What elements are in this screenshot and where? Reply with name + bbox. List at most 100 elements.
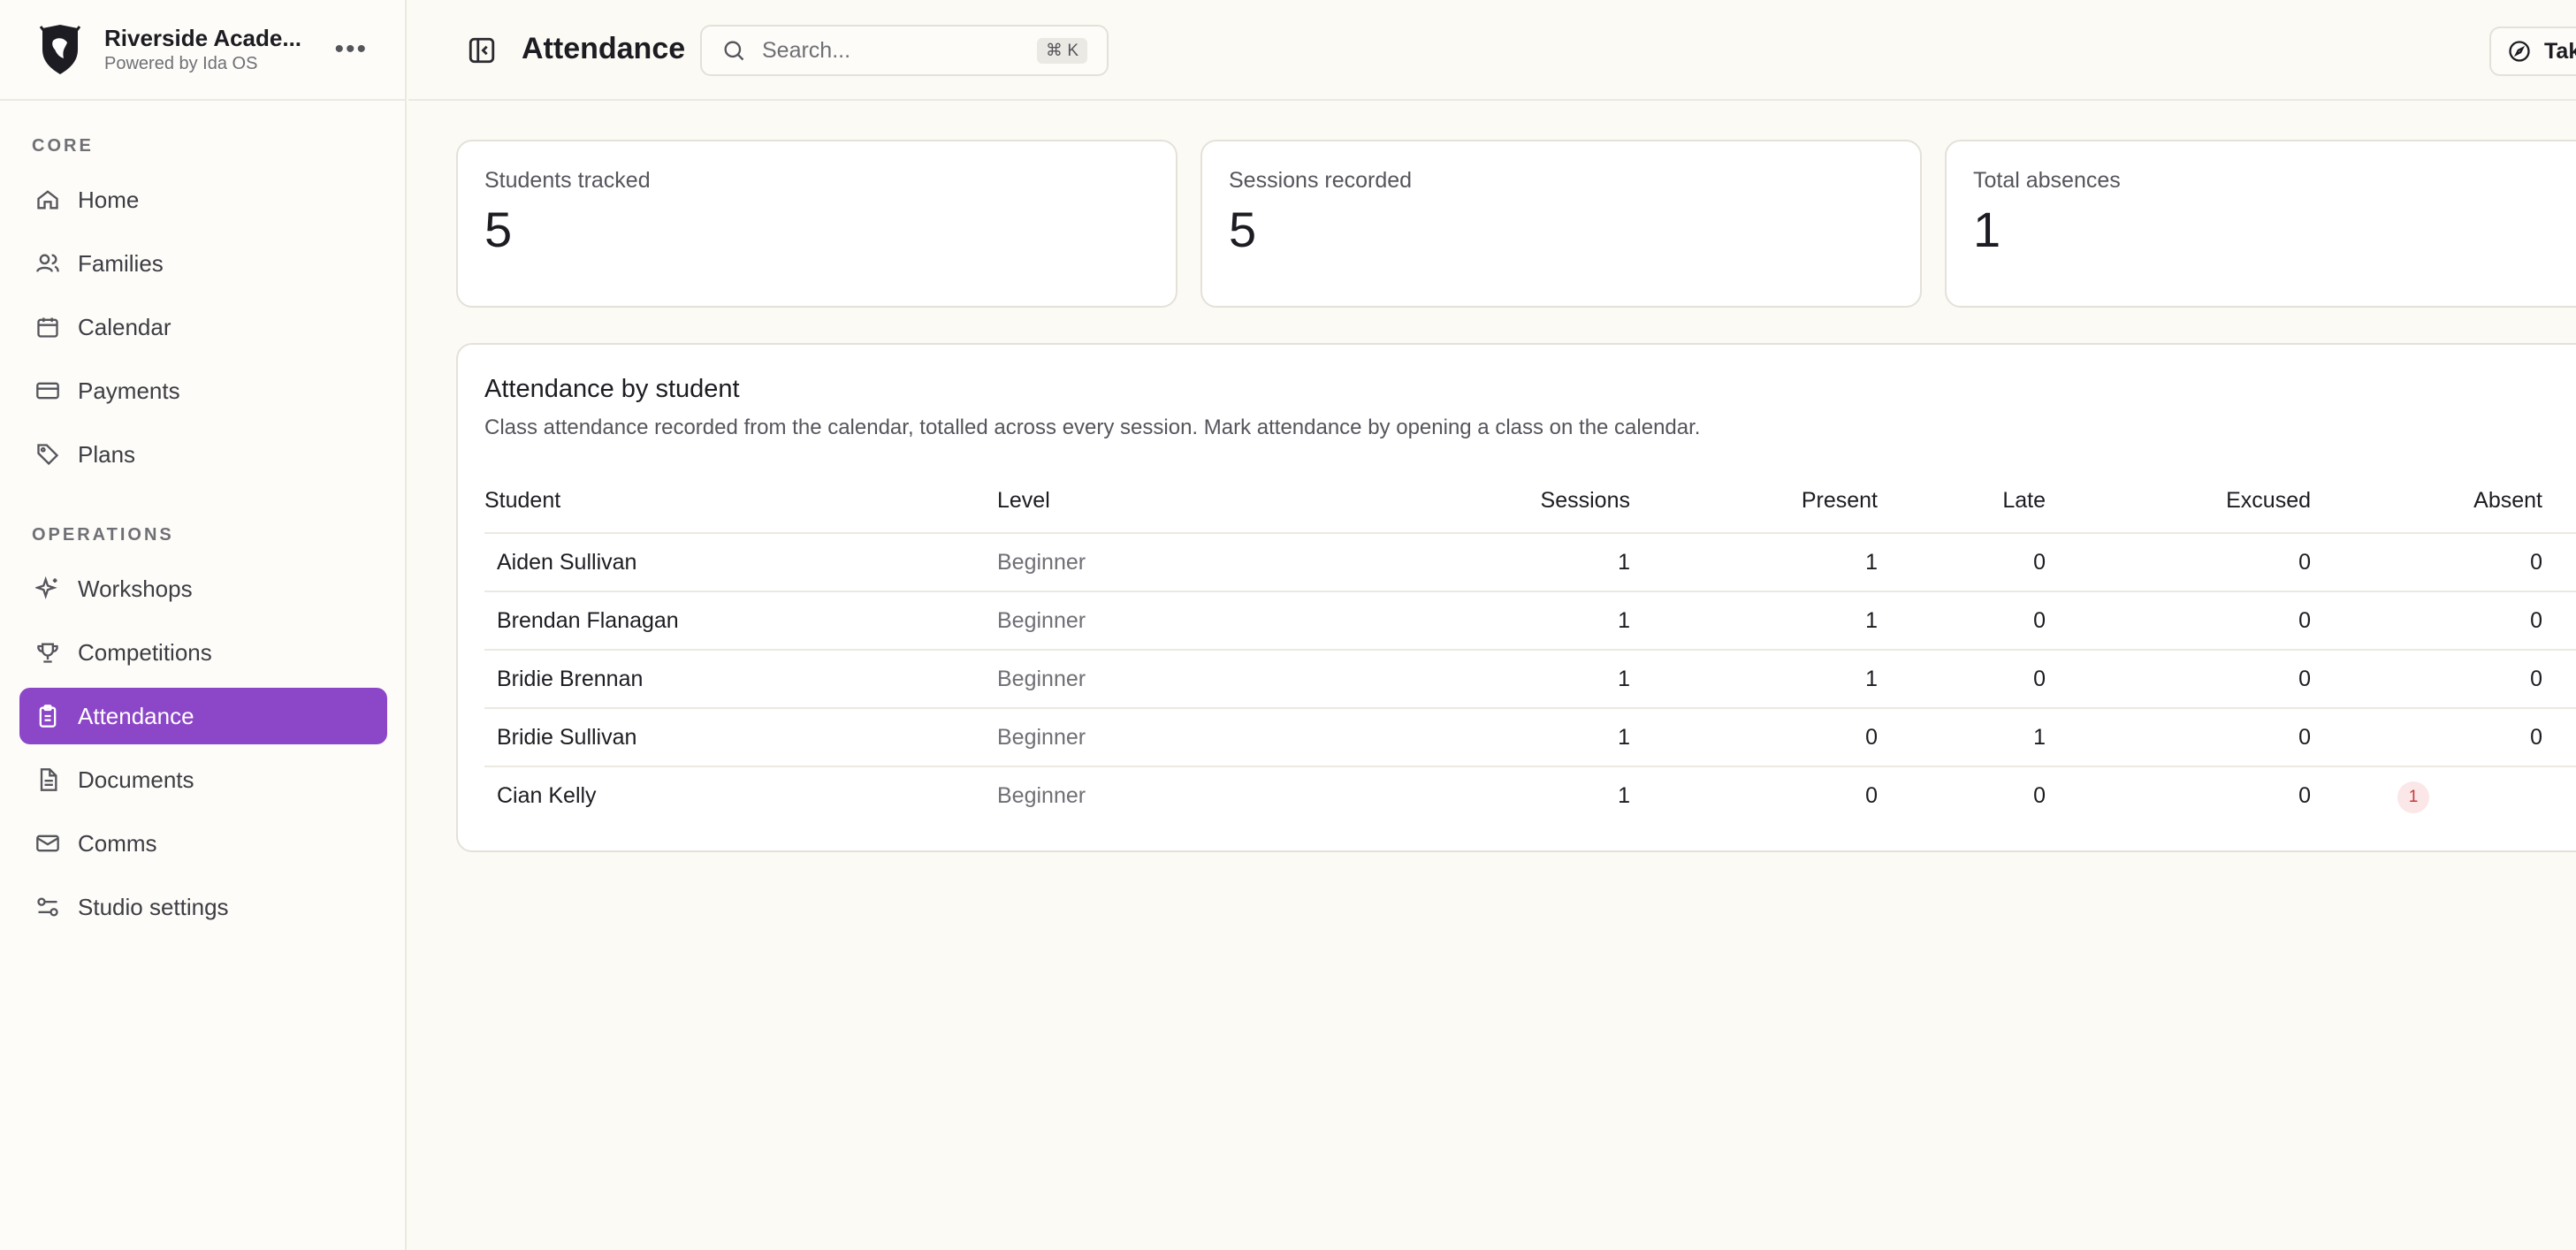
studio-name: Riverside Acade... — [104, 25, 302, 51]
column-header-student: Student — [484, 488, 561, 513]
cell-present: 1 — [1865, 608, 1878, 633]
cell-absent: 0 — [2530, 725, 2542, 750]
cell-present: 1 — [1865, 667, 1878, 691]
cell-student[interactable]: Brendan Flanagan — [497, 608, 679, 634]
panel-title: Attendance by student — [484, 375, 740, 403]
sliders-icon — [35, 895, 60, 919]
cell-level: Beginner — [997, 608, 1086, 633]
cell-excused: 0 — [2298, 667, 2311, 691]
sparkles-icon — [35, 576, 60, 601]
cell-late: 0 — [2033, 783, 2046, 808]
cell-absent: 0 — [2530, 550, 2542, 575]
sidebar: Riverside Acade... Powered by Ida OS •••… — [0, 0, 407, 1250]
cell-present: 1 — [1865, 550, 1878, 575]
stat-value: 5 — [484, 202, 513, 257]
users-icon — [35, 251, 60, 276]
sidebar-item-label: Studio settings — [78, 893, 229, 920]
cell-student[interactable]: Bridie Sullivan — [497, 725, 636, 751]
cell-late: 1 — [2033, 725, 2046, 750]
brand-header[interactable]: Riverside Acade... Powered by Ida OS ••• — [0, 0, 405, 101]
cell-level: Beginner — [997, 725, 1086, 750]
sidebar-item-plans[interactable]: Plans — [19, 426, 387, 483]
sidebar-item-families[interactable]: Families — [19, 235, 387, 292]
cell-excused: 0 — [2298, 725, 2311, 750]
sidebar-item-label: Attendance — [78, 702, 194, 729]
stat-card-students-tracked: Students tracked 5 — [456, 140, 1177, 308]
cell-sessions: 1 — [1618, 608, 1630, 633]
absent-count-badge: 1 — [2397, 781, 2429, 813]
take-attendance-button[interactable]: Tak — [2489, 27, 2576, 76]
cell-late: 0 — [2033, 608, 2046, 633]
search-input[interactable]: Search... ⌘ K — [700, 25, 1109, 76]
cell-absent: 0 — [2530, 667, 2542, 691]
cell-present: 0 — [1865, 725, 1878, 750]
cell-student[interactable]: Aiden Sullivan — [497, 550, 636, 575]
page-title: Attendance — [522, 32, 686, 65]
cell-level: Beginner — [997, 550, 1086, 575]
sidebar-item-studio-settings[interactable]: Studio settings — [19, 879, 387, 935]
cell-student[interactable]: Bridie Brennan — [497, 667, 643, 692]
sidebar-item-attendance[interactable]: Attendance — [19, 688, 387, 744]
column-header-excused: Excused — [2226, 488, 2311, 513]
row-divider — [484, 591, 2576, 592]
column-header-level: Level — [997, 488, 1050, 513]
sidebar-item-comms[interactable]: Comms — [19, 815, 387, 872]
section-core-label: CORE — [32, 136, 94, 156]
search-shortcut-badge: ⌘ K — [1037, 37, 1087, 64]
stat-card-sessions-recorded: Sessions recorded 5 — [1200, 140, 1922, 308]
search-icon — [721, 38, 746, 63]
sidebar-item-payments[interactable]: Payments — [19, 362, 387, 419]
cell-excused: 0 — [2298, 550, 2311, 575]
cell-student[interactable]: Cian Kelly — [497, 783, 597, 809]
stat-value: 5 — [1229, 202, 1257, 257]
cell-absent: 0 — [2530, 608, 2542, 633]
cell-sessions: 1 — [1618, 783, 1630, 808]
stat-label: Students tracked — [484, 168, 651, 193]
cell-sessions: 1 — [1618, 550, 1630, 575]
mail-icon — [35, 831, 60, 856]
sidebar-item-label: Payments — [78, 377, 180, 404]
cell-sessions: 1 — [1618, 725, 1630, 750]
sidebar-item-label: Documents — [78, 766, 194, 793]
sidebar-item-calendar[interactable]: Calendar — [19, 299, 387, 355]
top-bar: Attendance Search... ⌘ K Tak — [408, 0, 2576, 101]
column-header-late: Late — [2002, 488, 2046, 513]
shield-logo-icon — [39, 25, 81, 74]
sidebar-item-label: Competitions — [78, 638, 212, 666]
file-icon — [35, 767, 60, 792]
studio-subtitle: Powered by Ida OS — [104, 54, 258, 73]
compass-icon — [2507, 39, 2532, 64]
credit-card-icon — [35, 378, 60, 403]
sidebar-item-label: Plans — [78, 440, 136, 468]
search-placeholder: Search... — [762, 37, 851, 63]
column-header-sessions: Sessions — [1540, 488, 1630, 513]
cell-present: 0 — [1865, 783, 1878, 808]
cell-level: Beginner — [997, 783, 1086, 808]
trophy-icon — [35, 640, 60, 665]
clipboard-icon — [35, 704, 60, 728]
cell-excused: 0 — [2298, 608, 2311, 633]
cell-level: Beginner — [997, 667, 1086, 691]
more-options-icon[interactable]: ••• — [329, 29, 373, 70]
cell-late: 0 — [2033, 550, 2046, 575]
stat-value: 1 — [1973, 202, 2001, 257]
sidebar-item-workshops[interactable]: Workshops — [19, 560, 387, 617]
stat-card-total-absences: Total absences 1 — [1945, 140, 2576, 308]
column-header-absent: Absent — [2473, 488, 2542, 513]
panel-subtitle: Class attendance recorded from the calen… — [484, 415, 1701, 439]
sidebar-toggle-icon[interactable] — [467, 35, 497, 65]
sidebar-item-label: Calendar — [78, 313, 171, 340]
sidebar-item-home[interactable]: Home — [19, 171, 387, 228]
cell-excused: 0 — [2298, 783, 2311, 808]
sidebar-item-competitions[interactable]: Competitions — [19, 624, 387, 681]
section-operations-label: OPERATIONS — [32, 525, 174, 545]
cell-sessions: 1 — [1618, 667, 1630, 691]
attendance-table-panel: Attendance by student Class attendance r… — [456, 343, 2576, 852]
stat-label: Sessions recorded — [1229, 168, 1413, 193]
sidebar-item-label: Families — [78, 249, 164, 277]
row-divider — [484, 707, 2576, 709]
stat-label: Total absences — [1973, 168, 2121, 193]
sidebar-item-label: Home — [78, 186, 140, 213]
sidebar-item-label: Comms — [78, 829, 157, 857]
sidebar-item-documents[interactable]: Documents — [19, 751, 387, 808]
